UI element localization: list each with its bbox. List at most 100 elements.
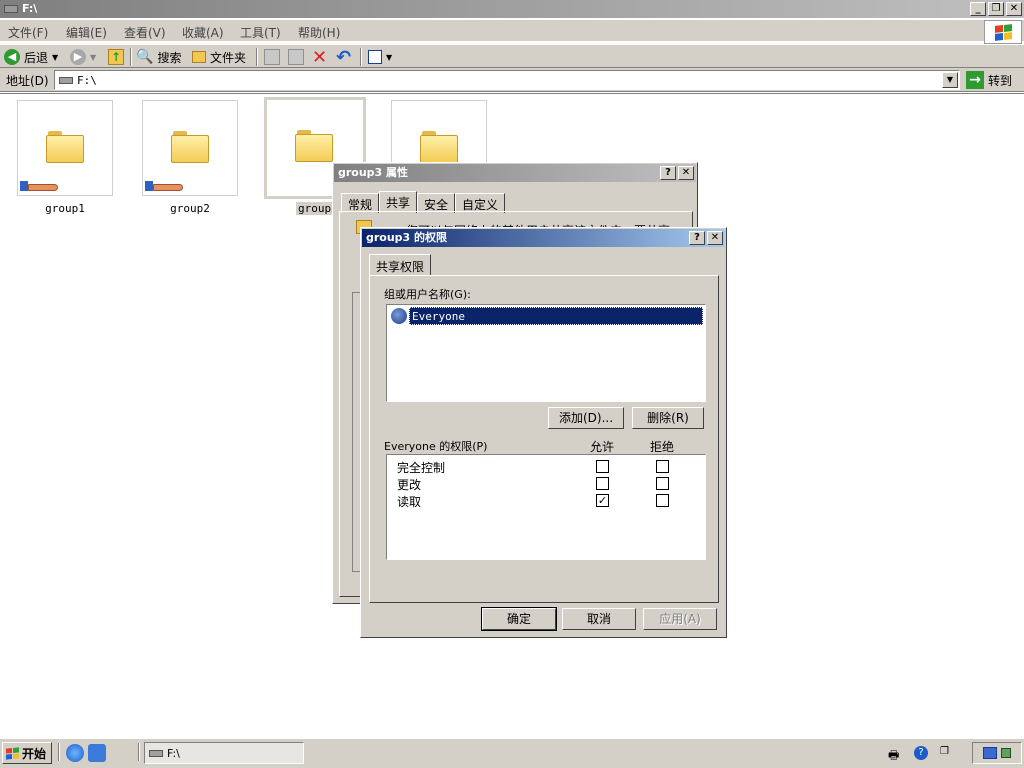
user-name: Everyone [409, 307, 703, 325]
help-icon[interactable]: ? [914, 746, 928, 760]
drive-icon [4, 5, 18, 13]
search-icon: 🔍 [136, 49, 154, 65]
menu-bar: 文件(F) 编辑(E) 查看(V) 收藏(A) 工具(T) 帮助(H) [0, 20, 1024, 42]
permission-name: 更改 [397, 478, 422, 492]
up-icon: ↑ [108, 49, 124, 65]
show-desktop-icon[interactable] [88, 744, 106, 762]
start-label: 开始 [22, 746, 47, 761]
taskbar-window-button[interactable]: F:\ [144, 742, 304, 764]
start-button[interactable]: 开始 [2, 742, 52, 764]
close-button[interactable]: ✕ [678, 166, 694, 180]
add-button[interactable]: 添加(D)... [548, 407, 624, 429]
tab-general[interactable]: 常规 [341, 193, 380, 213]
allow-checkbox[interactable] [596, 477, 609, 490]
permission-row: 读取 ✓ [387, 492, 705, 509]
system-tray [972, 742, 1022, 764]
up-button[interactable]: ↑ [108, 47, 124, 67]
close-button[interactable]: ✕ [1006, 2, 1022, 16]
cancel-button[interactable]: 取消 [562, 608, 636, 630]
task-label: F:\ [167, 746, 180, 760]
forward-dropdown-icon[interactable]: ▼ [90, 53, 96, 62]
permission-row: 完全控制 [387, 458, 705, 475]
views-dropdown-icon[interactable]: ▼ [386, 53, 392, 62]
permissions-dialog: group3 的权限 ? ✕ 共享权限 组或用户名称(G): Everyone … [360, 227, 727, 638]
drive-icon [59, 77, 73, 84]
address-bar: 地址(D) F:\ ▼ → 转到 [0, 68, 1024, 92]
windows-logo-icon [6, 746, 19, 760]
tab-sharing[interactable]: 共享 [379, 191, 418, 213]
deny-checkbox[interactable] [656, 477, 669, 490]
properties-tabs: 常规 共享 安全 自定义 [341, 191, 506, 213]
user-group-icon [391, 308, 407, 324]
help-button[interactable]: ? [660, 166, 676, 180]
tab-share-permissions[interactable]: 共享权限 [369, 254, 432, 276]
copy-to-button[interactable] [288, 47, 304, 67]
user-list[interactable]: Everyone [386, 304, 706, 402]
folder-name: group2 [170, 202, 210, 215]
list-item[interactable]: Everyone [389, 307, 703, 325]
delete-icon: ✕ [312, 46, 328, 68]
views-icon [368, 50, 382, 64]
help-button[interactable]: ? [689, 231, 705, 245]
printer-icon[interactable]: 🖶 [888, 746, 899, 767]
go-button[interactable]: → 转到 [966, 70, 1012, 90]
volume-icon[interactable] [1001, 748, 1011, 758]
properties-titlebar: group3 属性 ? ✕ [334, 164, 696, 182]
views-button[interactable]: ▼ [368, 47, 392, 67]
deny-header: 拒绝 [650, 440, 675, 454]
menu-help[interactable]: 帮助(H) [298, 24, 340, 41]
back-button[interactable]: ◀ 后退 ▼ [4, 47, 58, 67]
remove-button[interactable]: 删除(R) [632, 407, 704, 429]
taskbar: 开始 F:\ 🖶 ? ❐ [0, 738, 1024, 768]
folder-item[interactable]: group1 [17, 100, 113, 215]
menu-file[interactable]: 文件(F) [8, 24, 48, 41]
folders-icon [192, 51, 206, 63]
minimize-button[interactable]: _ [970, 2, 986, 16]
menu-favorites[interactable]: 收藏(A) [182, 24, 224, 41]
tab-security[interactable]: 安全 [417, 193, 456, 213]
move-to-icon [264, 49, 280, 65]
folder-name: group1 [45, 202, 85, 215]
deny-checkbox[interactable] [656, 460, 669, 473]
permissions-for-label: Everyone 的权限(P) [384, 440, 488, 453]
close-button[interactable]: ✕ [707, 231, 723, 245]
permissions-titlebar: group3 的权限 ? ✕ [362, 229, 725, 247]
back-dropdown-icon[interactable]: ▼ [52, 53, 58, 62]
undo-button[interactable]: ↶ [336, 46, 352, 68]
ok-button[interactable]: 确定 [481, 607, 557, 631]
permission-list: 完全控制 更改 读取 ✓ [386, 454, 706, 560]
address-input[interactable]: F:\ ▼ [54, 70, 960, 90]
restore-toolbar-icon[interactable]: ❐ [940, 746, 949, 757]
back-icon: ◀ [4, 49, 20, 65]
search-button[interactable]: 🔍 搜索 [136, 47, 181, 67]
undo-icon: ↶ [336, 46, 352, 68]
menu-view[interactable]: 查看(V) [124, 24, 166, 41]
folder-item[interactable]: group2 [142, 100, 238, 215]
deny-checkbox[interactable] [656, 494, 669, 507]
address-dropdown-icon[interactable]: ▼ [942, 72, 958, 88]
delete-button[interactable]: ✕ [312, 46, 328, 68]
menu-tools[interactable]: 工具(T) [240, 24, 281, 41]
allow-checkbox[interactable]: ✓ [596, 494, 609, 507]
tab-customize[interactable]: 自定义 [455, 193, 506, 213]
folder-thumbnail[interactable] [142, 100, 238, 196]
move-to-button[interactable] [264, 47, 280, 67]
menu-edit[interactable]: 编辑(E) [66, 24, 107, 41]
network-icon[interactable] [983, 747, 997, 759]
ie-icon[interactable] [66, 744, 84, 762]
folders-button[interactable]: 文件夹 [192, 47, 246, 67]
allow-checkbox[interactable] [596, 460, 609, 473]
properties-title: group3 属性 [338, 166, 409, 179]
share-hand-icon [145, 179, 185, 193]
folder-thumbnail[interactable] [17, 100, 113, 196]
share-hand-icon [20, 179, 60, 193]
forward-button[interactable]: ▶ ▼ [70, 47, 96, 67]
folder-icon [420, 131, 458, 163]
apply-button[interactable]: 应用(A) [643, 608, 717, 630]
permission-row: 更改 [387, 475, 705, 492]
restore-button[interactable]: ❐ [988, 2, 1004, 16]
drive-icon [149, 749, 163, 757]
group-or-user-label: 组或用户名称(G): [384, 288, 471, 301]
allow-header: 允许 [590, 440, 615, 454]
back-label: 后退 [24, 50, 49, 65]
